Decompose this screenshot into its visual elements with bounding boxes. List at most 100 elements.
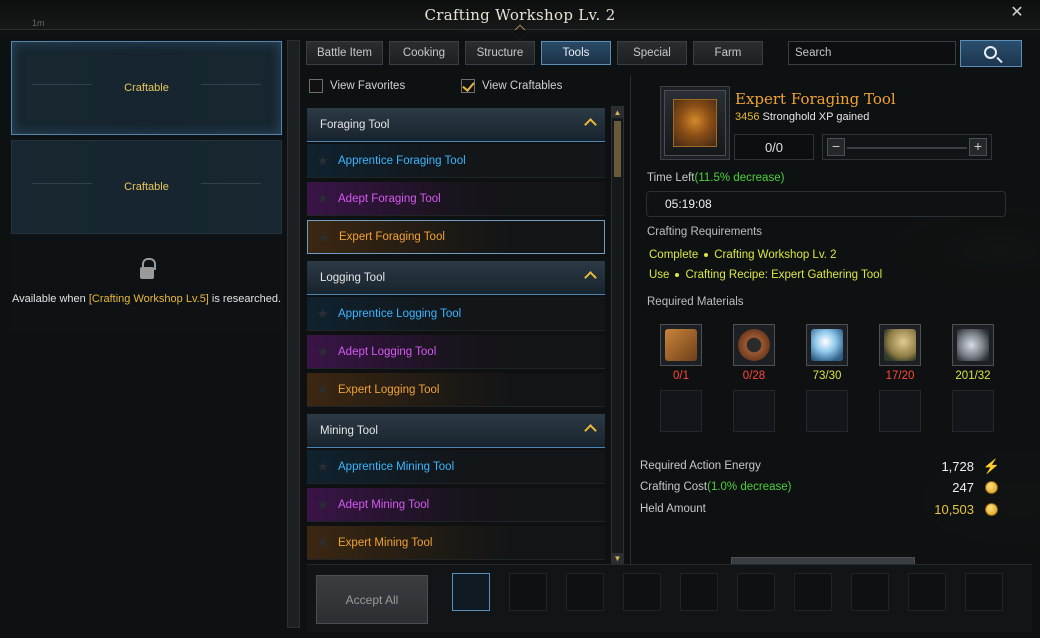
bullet-dot	[704, 252, 709, 257]
slider-track[interactable]	[847, 147, 967, 149]
quantity-display: 0/0	[734, 134, 814, 160]
list-item[interactable]: ★ Adept Foraging Tool	[307, 182, 605, 216]
material-slot[interactable]	[660, 324, 702, 366]
slot-deco	[201, 183, 261, 184]
category-header-logging[interactable]: Logging Tool	[307, 261, 605, 295]
favorite-star-icon[interactable]: ★	[317, 460, 330, 473]
search-input[interactable]	[788, 41, 956, 65]
tab-structure[interactable]: Structure	[464, 41, 535, 65]
foraging-tool-icon	[673, 99, 717, 147]
gear-ring-icon	[738, 329, 770, 361]
queue-slot-4[interactable]	[623, 573, 661, 611]
empty-material-slot[interactable]	[952, 390, 994, 432]
favorite-star-icon[interactable]: ★	[317, 536, 330, 549]
ore-chunk-icon	[957, 329, 989, 361]
tab-cooking[interactable]: Cooking	[388, 41, 459, 65]
queue-slot-6[interactable]	[737, 573, 775, 611]
list-item[interactable]: ★ Apprentice Foraging Tool	[307, 144, 605, 178]
slot-deco	[32, 183, 92, 184]
list-item[interactable]: ★ Adept Logging Tool	[307, 335, 605, 369]
category-title: Logging Tool	[320, 271, 386, 284]
favorite-star-icon[interactable]: ★	[317, 498, 330, 511]
favorite-star-icon[interactable]: ★	[317, 192, 330, 205]
view-favorites-label: View Favorites	[330, 80, 406, 92]
empty-material-slot[interactable]	[660, 390, 702, 432]
queue-slot-10[interactable]	[965, 573, 1003, 611]
list-item-selected[interactable]: ★ Expert Foraging Tool	[307, 220, 605, 254]
material-count: 201/32	[955, 370, 991, 382]
increase-button[interactable]: +	[969, 138, 987, 156]
recipe-detail-panel: Expert Foraging Tool 3456 Stronghold XP …	[630, 76, 1030, 593]
craft-slot-1[interactable]: Craftable	[11, 41, 282, 135]
category-header-foraging[interactable]: Foraging Tool	[307, 108, 605, 142]
craft-slot-2[interactable]: Craftable	[11, 140, 282, 234]
left-scrollbar[interactable]	[287, 40, 300, 628]
scroll-down-arrow-icon[interactable]: ▼	[612, 553, 623, 564]
list-item[interactable]: ★ Expert Mining Tool	[307, 526, 605, 560]
queue-slot-5[interactable]	[680, 573, 718, 611]
category-tabs: Battle Item Cooking Structure Tools Spec…	[306, 41, 763, 67]
queue-slot-9[interactable]	[908, 573, 946, 611]
queue-slot-1[interactable]	[452, 573, 490, 611]
accept-all-button[interactable]: Accept All	[316, 575, 428, 624]
favorite-star-icon[interactable]: ★	[317, 154, 330, 167]
detail-item-name: Expert Foraging Tool	[735, 90, 896, 108]
material-slot[interactable]	[952, 324, 994, 366]
queue-slot-2[interactable]	[509, 573, 547, 611]
list-item[interactable]: ★ Expert Logging Tool	[307, 373, 605, 407]
requirement-text: Crafting Workshop Lv. 2	[714, 249, 837, 261]
material-count: 73/30	[812, 370, 842, 382]
materials-title: Required Materials	[647, 296, 744, 308]
scrollbar-thumb[interactable]	[614, 121, 621, 177]
empty-material-slot[interactable]	[733, 390, 775, 432]
tab-battle-item[interactable]: Battle Item	[306, 41, 383, 65]
scroll-up-arrow-icon[interactable]: ▲	[612, 107, 623, 118]
material-slot[interactable]	[879, 324, 921, 366]
favorite-star-icon[interactable]: ★	[317, 383, 330, 396]
favorite-star-icon[interactable]: ★	[318, 231, 331, 244]
list-item[interactable]: ★ Apprentice Logging Tool	[307, 297, 605, 331]
list-item[interactable]: ★ Adept Mining Tool	[307, 488, 605, 522]
checkbox-checked	[461, 79, 475, 93]
item-name: Apprentice Mining Tool	[338, 460, 455, 473]
decrease-button[interactable]: −	[827, 138, 845, 156]
view-favorites-checkbox[interactable]: View Favorites	[309, 79, 405, 93]
action-energy-row: Required Action Energy 1,728 ⚡	[640, 458, 1002, 474]
tab-farm[interactable]: Farm	[692, 41, 763, 65]
queue-slot-7[interactable]	[794, 573, 832, 611]
tab-special[interactable]: Special	[616, 41, 687, 65]
recipe-list-scrollbar[interactable]: ▲ ▼	[611, 106, 624, 565]
favorite-star-icon[interactable]: ★	[317, 307, 330, 320]
xp-gained: 3456 Stronghold XP gained	[735, 111, 869, 123]
lock-requirement: [Crafting Workshop Lv.5]	[88, 293, 209, 305]
view-craftables-checkbox[interactable]: View Craftables	[461, 79, 562, 93]
toolbox-icon	[665, 329, 697, 361]
slot-deco	[201, 84, 261, 85]
action-energy-label: Required Action Energy	[640, 460, 761, 472]
crafting-cost-value: 247	[952, 480, 974, 495]
search-button[interactable]	[960, 40, 1022, 67]
crafting-cost-row: Crafting Cost(1.0% decrease) 247	[640, 480, 1002, 495]
close-button[interactable]: ✕	[1008, 4, 1026, 22]
locked-slot: Available when [Crafting Workshop Lv.5] …	[10, 255, 283, 307]
requirement-type: Complete	[649, 249, 699, 261]
chevron-up-icon	[584, 271, 597, 284]
tab-tools[interactable]: Tools	[540, 41, 611, 65]
material-slot[interactable]	[806, 324, 848, 366]
list-item[interactable]: ★ Apprentice Mining Tool	[307, 450, 605, 484]
queue-slot-3[interactable]	[566, 573, 604, 611]
quantity-slider[interactable]: − +	[822, 134, 992, 160]
slot-deco	[32, 84, 92, 85]
lock-text-prefix: Available when	[11, 293, 89, 305]
item-name: Expert Foraging Tool	[339, 231, 445, 243]
empty-material-slot[interactable]	[879, 390, 921, 432]
empty-material-slot[interactable]	[806, 390, 848, 432]
material-slot[interactable]	[733, 324, 775, 366]
queue-slot-8[interactable]	[851, 573, 889, 611]
crafting-window: Craftable Craftable Available when [Craf…	[0, 30, 1040, 638]
category-header-mining[interactable]: Mining Tool	[307, 414, 605, 448]
favorite-star-icon[interactable]: ★	[317, 345, 330, 358]
chevron-up-icon	[584, 118, 597, 131]
material-count: 17/20	[885, 370, 915, 382]
requirement-row: Use Crafting Recipe: Expert Gathering Too…	[649, 269, 882, 281]
